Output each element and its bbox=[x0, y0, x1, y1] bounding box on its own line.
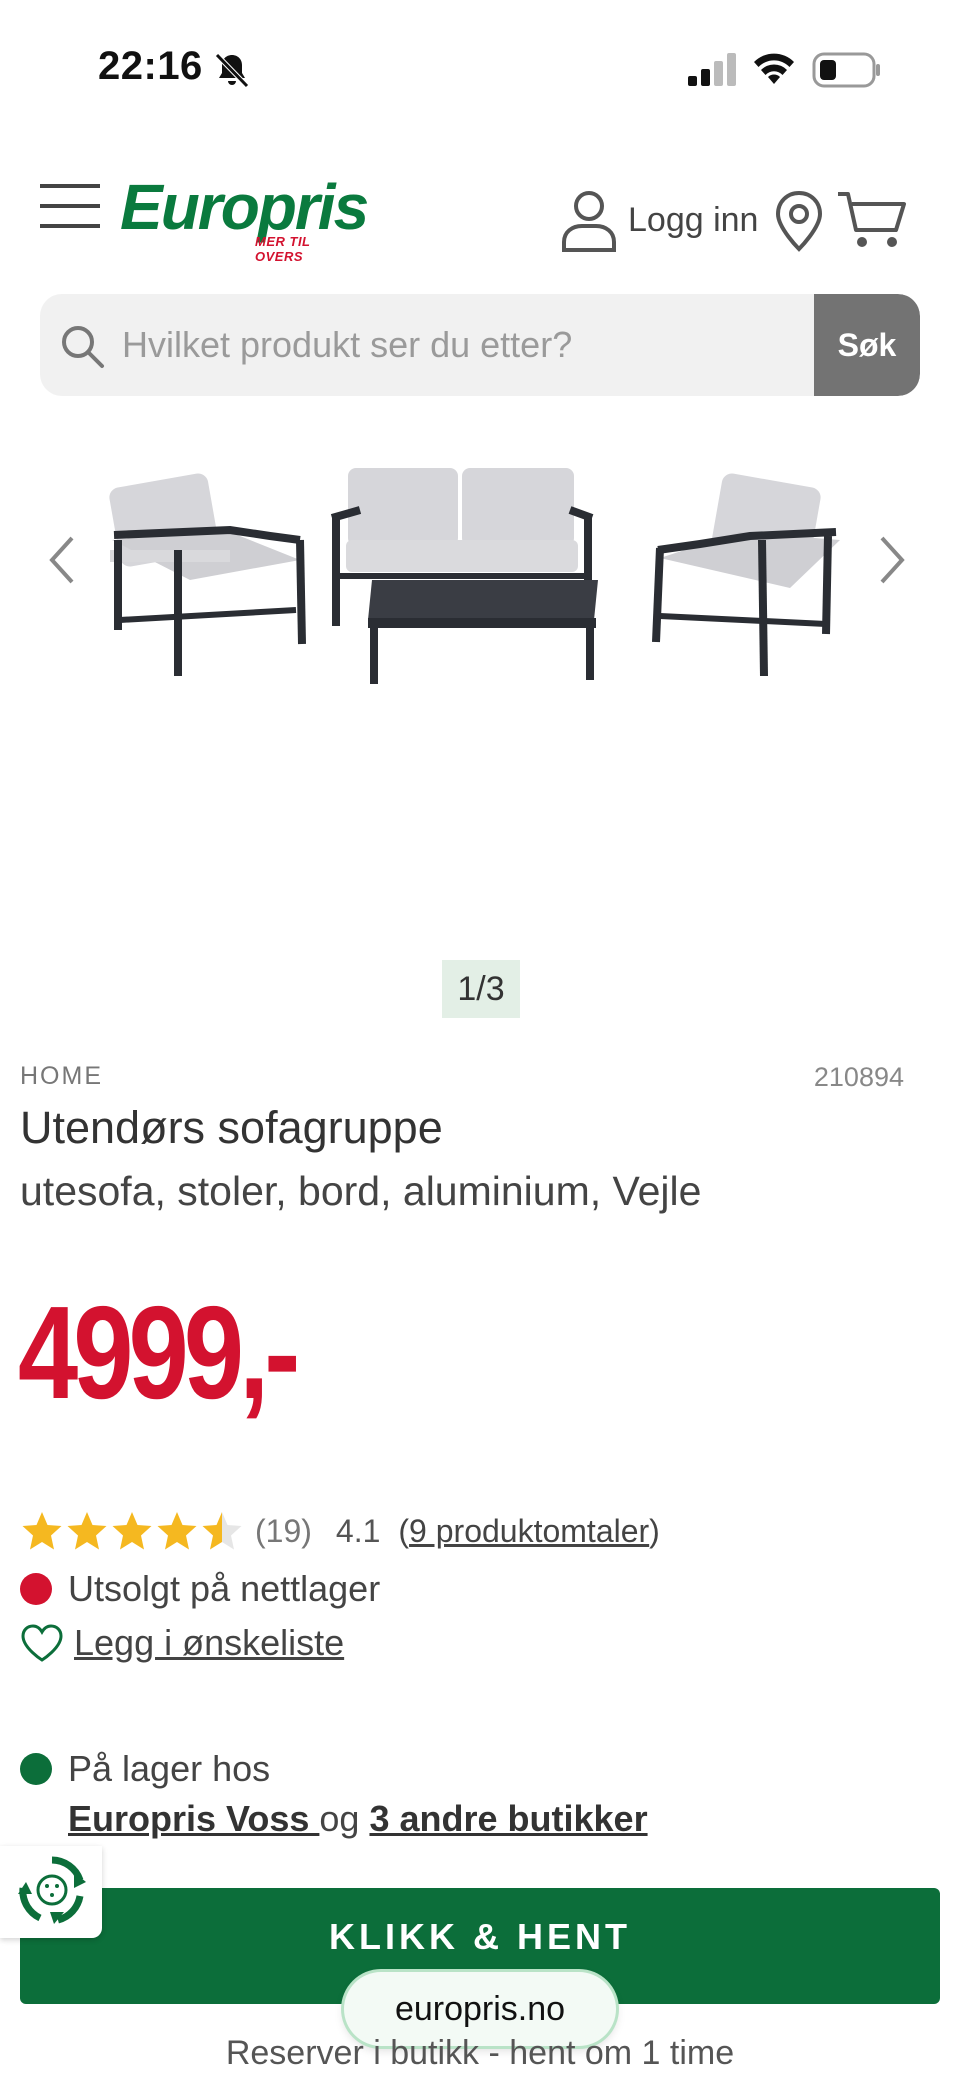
cta-note: Reserver i butikk - hent om 1 time bbox=[225, 2034, 735, 2072]
wifi-icon bbox=[754, 53, 794, 84]
product-page: 22:16 Europris MER TIL OVERS Logg inn Hv… bbox=[0, 0, 960, 2081]
status-time: 22:16 bbox=[98, 44, 203, 88]
star-icon bbox=[112, 1512, 152, 1550]
product-image[interactable] bbox=[100, 440, 860, 700]
bell-slash-icon bbox=[215, 53, 249, 88]
rating-count: (19) bbox=[255, 1512, 312, 1549]
product-rating: (19) 4.1 (9 produktomtaler) bbox=[20, 1506, 660, 1556]
store-stock-label: På lager hos bbox=[68, 1748, 271, 1789]
user-icon bbox=[562, 191, 616, 252]
product-sku: 210894 bbox=[813, 1062, 904, 1092]
product-price: 4999,- bbox=[18, 1279, 300, 1426]
store-name-link[interactable]: Europris Voss bbox=[68, 1798, 319, 1839]
product-gallery bbox=[0, 420, 960, 1020]
logo-tagline: MER TIL OVERS bbox=[255, 234, 311, 264]
menu-icon[interactable] bbox=[38, 180, 102, 232]
search-button[interactable]: Søk bbox=[814, 294, 920, 396]
cellular-signal-icon bbox=[688, 53, 736, 86]
heart-icon bbox=[21, 1624, 63, 1662]
other-stores-link[interactable]: 3 andre butikker bbox=[369, 1798, 647, 1839]
star-icon bbox=[22, 1512, 62, 1550]
cart-icon[interactable] bbox=[836, 188, 908, 252]
location-pin-icon[interactable] bbox=[774, 190, 824, 252]
logo-text: Europris bbox=[120, 171, 369, 243]
product-title: Utendørs sofagruppe bbox=[20, 1102, 443, 1153]
reviews-link-wrapper: (9 produktomtaler) bbox=[398, 1513, 659, 1550]
battery-icon bbox=[812, 52, 880, 88]
status-dot-red bbox=[20, 1573, 52, 1605]
reviews-suffix: ) bbox=[649, 1512, 660, 1549]
login-button[interactable]: Logg inn bbox=[560, 188, 758, 252]
star-icon bbox=[67, 1512, 107, 1550]
chevron-right-icon[interactable] bbox=[872, 530, 912, 590]
reviews-link[interactable]: 9 produktomtaler bbox=[409, 1513, 649, 1549]
online-stock-status: Utsolgt på nettlager bbox=[20, 1564, 380, 1614]
search-icon bbox=[62, 326, 104, 368]
online-stock-label: Utsolgt på nettlager bbox=[68, 1568, 381, 1609]
chevron-left-icon[interactable] bbox=[42, 530, 82, 590]
status-dot-green bbox=[20, 1753, 52, 1785]
store-stock-status: På lager hos bbox=[20, 1744, 270, 1794]
star-half-icon bbox=[202, 1512, 242, 1550]
star-icon bbox=[157, 1512, 197, 1550]
image-pager: 1/3 bbox=[442, 960, 520, 1018]
europris-logo[interactable]: Europris MER TIL OVERS bbox=[120, 172, 369, 264]
wishlist-label: Legg i ønskeliste bbox=[74, 1622, 345, 1663]
recycle-icon bbox=[18, 1856, 86, 1924]
recycle-badge[interactable] bbox=[0, 1846, 102, 1938]
search-input[interactable] bbox=[122, 294, 842, 396]
store-links: Europris Voss og 3 andre butikker bbox=[68, 1798, 648, 1840]
store-connector: og bbox=[319, 1798, 360, 1839]
wishlist-button[interactable]: Legg i ønskeliste bbox=[20, 1618, 344, 1668]
login-label: Logg inn bbox=[628, 200, 759, 239]
rating-stars bbox=[20, 1509, 245, 1553]
product-subtitle: utesofa, stoler, bord, aluminium, Vejle bbox=[20, 1168, 702, 1214]
cta-label: KLIKK & HENT bbox=[329, 1916, 631, 1957]
product-brand: HOME bbox=[20, 1062, 103, 1090]
rating-average: 4.1 bbox=[335, 1512, 381, 1549]
search-bar: Søk bbox=[40, 294, 920, 396]
reviews-prefix: ( bbox=[398, 1512, 410, 1549]
